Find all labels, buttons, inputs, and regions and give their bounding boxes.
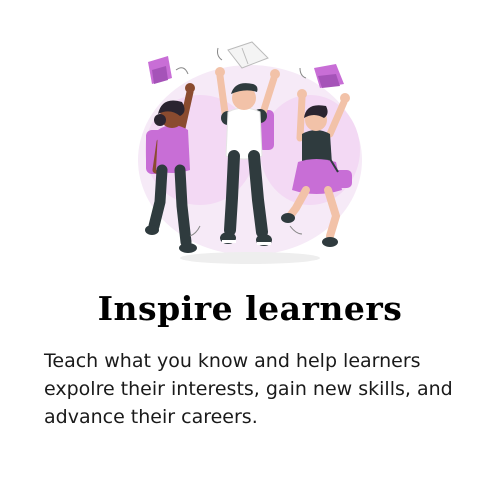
ground-shadow [180, 252, 320, 264]
feature-card: Inspire learners Teach what you know and… [0, 0, 500, 500]
card-title: Inspire learners [97, 289, 403, 328]
flying-book-left [148, 56, 189, 84]
card-description: Teach what you know and help learners ex… [44, 350, 453, 428]
student-left [145, 83, 197, 253]
flying-book-center [217, 41, 269, 69]
jumping-students-illustration [138, 41, 362, 264]
